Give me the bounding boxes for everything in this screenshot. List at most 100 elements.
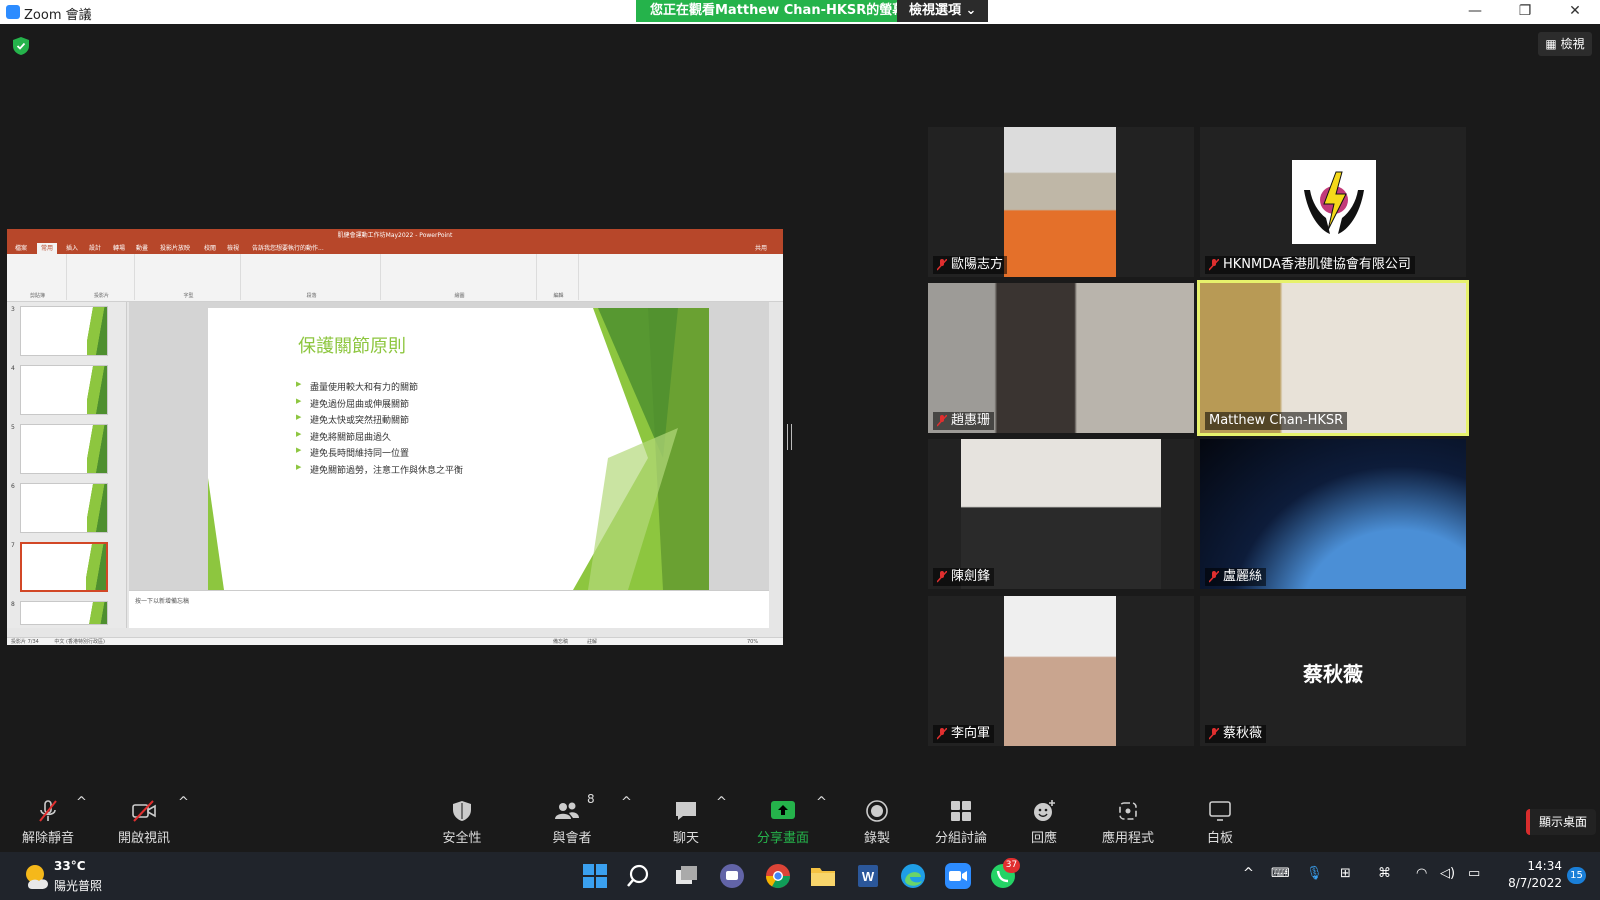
participant-name-label: 盧麗絲: [1205, 568, 1267, 586]
slide-bullet: 避免太快或突然扭動關節: [296, 413, 463, 430]
whiteboard-icon: [1209, 801, 1231, 821]
view-options-button[interactable]: 檢視選項 ⌄: [897, 0, 989, 22]
start-video-button[interactable]: 開啟視訊: [99, 795, 189, 848]
view-button[interactable]: ▦ 檢視: [1538, 32, 1592, 56]
windows-start-icon[interactable]: [581, 862, 609, 890]
keyboard-icon[interactable]: ⌨: [1271, 866, 1290, 881]
video-options-caret[interactable]: ^: [178, 795, 189, 848]
chevron-down-icon: ⌄: [965, 3, 977, 18]
security-label: 安全性: [442, 831, 482, 846]
wifi-icon[interactable]: ◠: [1416, 866, 1427, 881]
weather-description: 陽光普照: [54, 879, 103, 893]
notes-pane: 按一下以新增備忘稿: [129, 590, 769, 628]
ppt-zoom-level: 70%: [747, 639, 759, 645]
notification-count-badge[interactable]: 15: [1567, 867, 1586, 884]
word-icon[interactable]: W: [854, 862, 882, 890]
share-screen-button[interactable]: 分享畫面: [738, 795, 828, 848]
close-icon[interactable]: ✕: [1552, 0, 1598, 24]
file-explorer-icon[interactable]: [809, 862, 837, 890]
record-icon: [866, 800, 888, 822]
language-icon[interactable]: ⌘: [1378, 866, 1391, 881]
view-options-label: 檢視選項: [909, 3, 962, 18]
ppt-comments-toggle: 註解: [587, 639, 598, 645]
microphone-tray-icon[interactable]: 🎙: [1306, 866, 1323, 881]
muted-mic-icon: [1209, 259, 1219, 271]
participants-button[interactable]: 8 與會者: [527, 792, 617, 848]
slide-canvas: 保護關節原則 盡量使用較大和有力的關節 避免過份屈曲或伸展關節 避免太快或突然扭…: [208, 308, 709, 590]
participant-video: [961, 439, 1161, 589]
split-view-handle[interactable]: [787, 424, 792, 450]
teams-chat-icon[interactable]: [718, 862, 746, 890]
share-screen-arrow-icon: [771, 801, 795, 819]
search-icon[interactable]: [627, 862, 655, 890]
view-button-label: 檢視: [1560, 37, 1585, 51]
participant-tile[interactable]: 趙惠珊: [928, 283, 1194, 433]
slide-thumbnail-selected: [20, 542, 108, 592]
participant-name: 盧麗絲: [1223, 569, 1263, 584]
minimize-icon[interactable]: —: [1452, 0, 1498, 24]
participant-name: Matthew Chan-HKSR: [1209, 413, 1344, 428]
ppt-tell-me: 告訴我您想要執行的動作...: [252, 245, 324, 252]
slide-thumbnail-pane: 3 4 5 6 7 8: [7, 302, 127, 628]
slide-bullet: 避免將關節屈曲過久: [296, 430, 463, 447]
participant-tile-active-speaker[interactable]: Matthew Chan-HKSR: [1197, 280, 1469, 436]
security-button[interactable]: 安全性: [417, 795, 507, 848]
volume-icon[interactable]: ◁): [1440, 866, 1455, 881]
record-button[interactable]: 錄製: [832, 795, 922, 848]
start-video-label: 開啟視訊: [117, 831, 170, 846]
input-method-icon[interactable]: ⊞: [1340, 866, 1351, 881]
slide-thumbnail: [20, 483, 108, 533]
slide-bullet-list: 盡量使用較大和有力的關節 避免過份屈曲或伸展關節 避免太快或突然扭動關節 避免將…: [296, 380, 463, 479]
whiteboard-button[interactable]: 白板: [1175, 795, 1265, 848]
taskbar-clock[interactable]: 14:34 8/7/2022: [1500, 859, 1562, 893]
participant-tile[interactable]: 陳劍鋒: [928, 439, 1194, 589]
chat-options-caret[interactable]: ^: [716, 795, 727, 848]
participant-tile[interactable]: HKNMDA香港肌健協會有限公司: [1200, 127, 1466, 277]
share-options-caret[interactable]: ^: [816, 795, 827, 848]
breakout-rooms-button[interactable]: 分組討論: [916, 795, 1006, 848]
ribbon-group-label: 繪圖: [454, 293, 465, 299]
screen-share-banner: 您正在觀看Matthew Chan-HKSR的螢幕: [636, 0, 920, 22]
ppt-tab: 檢視: [227, 245, 240, 252]
slide-bullet: 盡量使用較大和有力的關節: [296, 380, 463, 397]
ppt-status-bar: 投影片 7/34 中文 (香港特別行政區) 備忘稿 註解 70%: [7, 637, 783, 645]
participant-display-name: 蔡秋薇: [1303, 662, 1363, 686]
reactions-label: 回應: [1030, 831, 1057, 846]
zoom-icon[interactable]: [944, 862, 972, 890]
edge-icon[interactable]: [899, 862, 927, 890]
slide-thumbnail: [20, 424, 108, 474]
audio-options-caret[interactable]: ^: [76, 795, 87, 848]
slide-number: 7: [11, 542, 15, 549]
apps-button[interactable]: 應用程式: [1083, 795, 1173, 848]
participant-name-label: 李向軍: [933, 725, 995, 743]
restore-icon[interactable]: ❐: [1502, 0, 1548, 24]
participant-tile[interactable]: 李向軍: [928, 596, 1194, 746]
muted-mic-icon: [937, 571, 947, 583]
participants-options-caret[interactable]: ^: [621, 795, 632, 848]
participant-name-label: HKNMDA香港肌健協會有限公司: [1205, 256, 1415, 274]
window-title: Zoom 會議: [24, 8, 92, 23]
chrome-icon[interactable]: [764, 862, 792, 890]
participant-tile[interactable]: 蔡秋薇 蔡秋薇: [1200, 596, 1466, 746]
participant-tile[interactable]: 盧麗絲: [1200, 439, 1466, 589]
encryption-shield-icon[interactable]: [13, 37, 29, 55]
svg-text:W: W: [862, 869, 875, 884]
ppt-title-bar: 肌健會運動工作坊May2022 - PowerPoint: [7, 229, 783, 243]
weather-sun-cloud-icon[interactable]: [22, 861, 54, 891]
show-desktop-button[interactable]: 顯示桌面: [1526, 809, 1596, 835]
whatsapp-unread-badge: 37: [1003, 858, 1020, 873]
participant-video: [1200, 283, 1466, 433]
muted-mic-icon: [937, 728, 947, 740]
reactions-button[interactable]: 回應: [999, 795, 1089, 848]
tray-overflow-chevron-icon[interactable]: ^: [1243, 866, 1254, 881]
slide-thumbnail: [20, 601, 108, 625]
ribbon-group: 字型: [137, 254, 241, 300]
participant-tile[interactable]: 歐陽志方: [928, 127, 1194, 277]
participants-icon: [555, 802, 579, 819]
ppt-tab-active: 常用: [37, 243, 58, 254]
slide-number: 8: [11, 601, 15, 608]
battery-icon[interactable]: ▭: [1468, 866, 1480, 881]
participant-name: 蔡秋薇: [1223, 726, 1263, 741]
participant-video: [1200, 439, 1466, 589]
task-view-icon[interactable]: [673, 862, 701, 890]
